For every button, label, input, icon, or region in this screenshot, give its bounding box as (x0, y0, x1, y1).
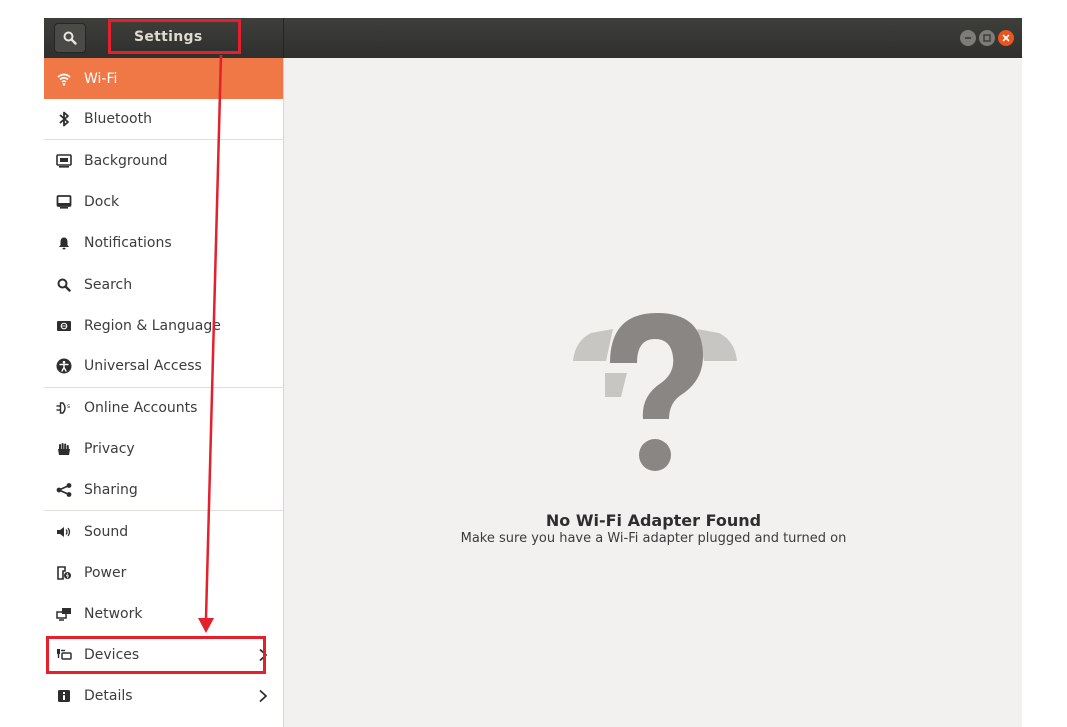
annotation-arrow (198, 54, 223, 633)
